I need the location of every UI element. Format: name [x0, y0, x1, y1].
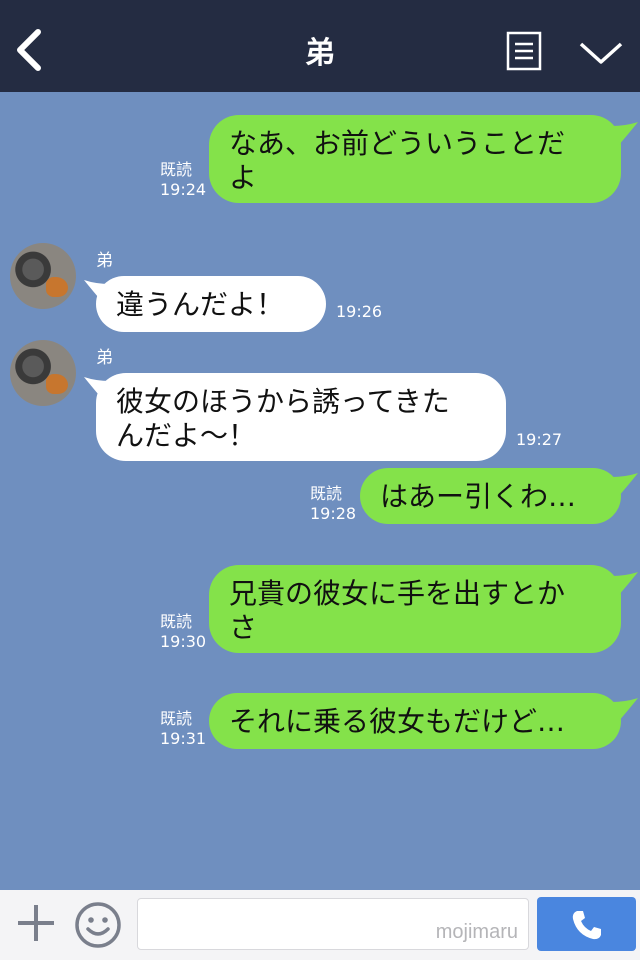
read-receipt: 既読 19:24 — [160, 160, 207, 199]
bubble-tail — [612, 473, 638, 497]
read-receipt: 既読 19:31 — [160, 709, 207, 748]
plus-icon[interactable] — [14, 901, 58, 945]
message-list[interactable]: 既読 19:24 なあ、お前どういうことだ よ 弟 違うんだよ！ 19:26 弟… — [0, 92, 640, 890]
call-button[interactable] — [537, 897, 636, 951]
message-bubble-incoming[interactable]: 違うんだよ！ — [96, 276, 326, 332]
read-receipt: 既読 19:30 — [160, 612, 207, 651]
sender-name: 弟 — [96, 348, 113, 368]
bubble-tail — [612, 572, 638, 596]
message-bubble-outgoing[interactable]: 兄貴の彼女に手を出すとか さ — [209, 565, 621, 653]
message-bubble-incoming[interactable]: 彼女のほうから誘ってきた んだよ〜！ — [96, 373, 506, 461]
message-bubble-outgoing[interactable]: それに乗る彼女もだけど… — [209, 693, 621, 749]
chat-title: 弟 — [305, 36, 335, 71]
message-bubble-outgoing[interactable]: なあ、お前どういうことだ よ — [209, 115, 621, 203]
watermark-text: mojimaru — [435, 921, 518, 943]
sender-name: 弟 — [96, 251, 113, 271]
bubble-tail — [612, 122, 638, 146]
chat-header: 弟 — [0, 0, 640, 92]
message-input[interactable]: mojimaru — [137, 898, 529, 950]
message-time: 19:26 — [336, 302, 383, 321]
smiley-icon[interactable] — [74, 901, 122, 949]
read-receipt: 既読 19:28 — [310, 484, 357, 523]
message-bubble-outgoing[interactable]: はあー引くわ… — [360, 468, 621, 524]
phone-icon — [572, 911, 601, 940]
bubble-tail — [612, 698, 638, 722]
avatar[interactable] — [10, 340, 76, 406]
list-icon[interactable] — [506, 31, 542, 71]
composer-bar: mojimaru — [0, 890, 640, 960]
message-time: 19:27 — [516, 430, 563, 449]
chevron-down-icon[interactable] — [578, 36, 624, 68]
avatar[interactable] — [10, 243, 76, 309]
